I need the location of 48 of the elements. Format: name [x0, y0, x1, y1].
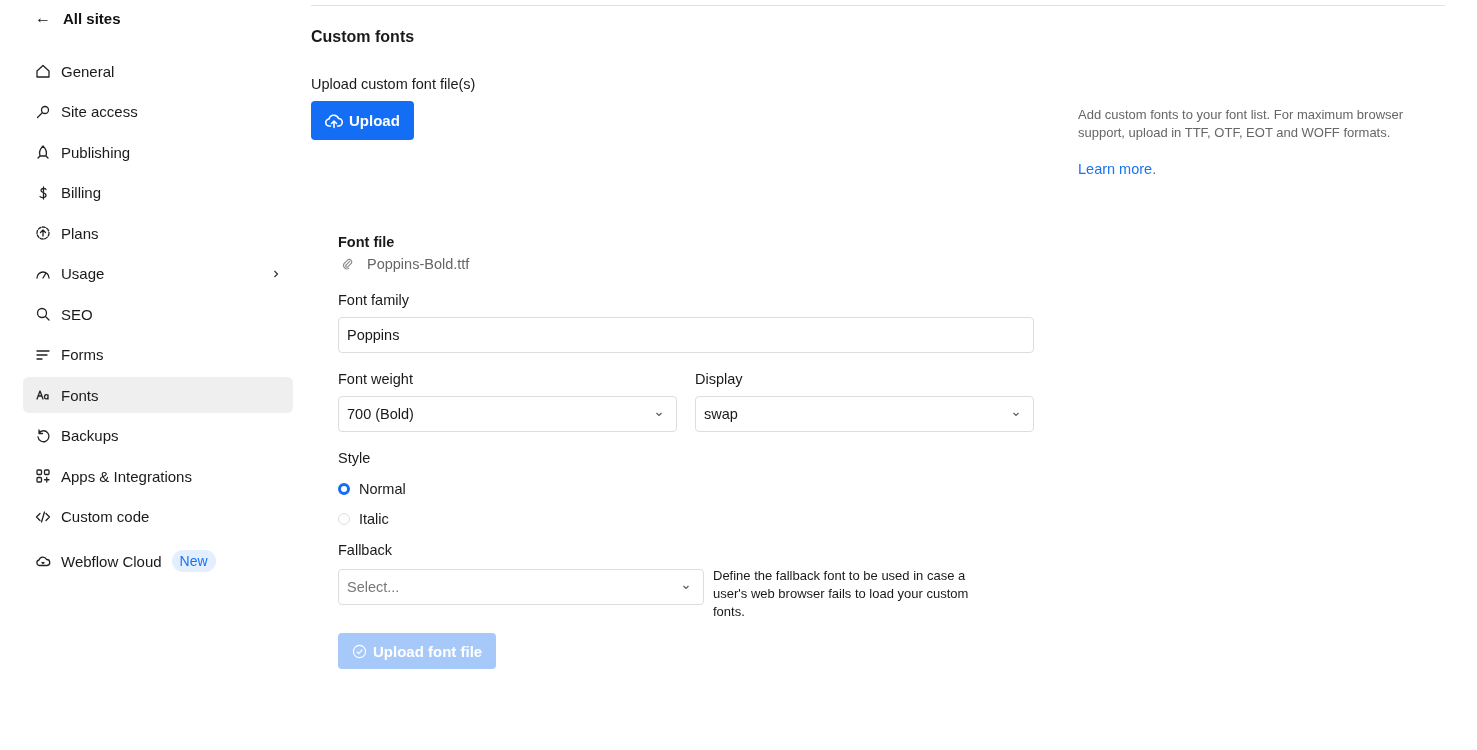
- sidebar-item[interactable]: Custom code: [23, 498, 293, 535]
- field-label: Font weight: [338, 371, 414, 387]
- display-dropdown[interactable]: swap: [695, 396, 1034, 432]
- sidebar-item[interactable]: Webflow Cloud New: [23, 543, 293, 579]
- check-circle-icon: [352, 643, 367, 659]
- font-weight-dropdown[interactable]: 700 (Bold): [338, 396, 677, 432]
- radio-label: Normal: [359, 481, 406, 497]
- sidebar-item[interactable]: SEO: [23, 296, 293, 332]
- code-icon: [35, 508, 51, 525]
- home-icon: [35, 63, 51, 79]
- file-name: Poppins-Bold.ttf: [367, 256, 470, 272]
- back-link[interactable]: ← All sites: [23, 3, 293, 33]
- sidebar-item[interactable]: Plans: [23, 215, 293, 251]
- search-icon: [35, 306, 51, 322]
- fallback-dropdown[interactable]: Select...: [338, 569, 704, 605]
- sidebar-item[interactable]: Backups: [23, 417, 293, 454]
- help-text: Add custom fonts to your font list. For maximum browser support, upload in TTF, OTF, EOT and WOFF formats.: [1078, 106, 1405, 142]
- field-label: Font family: [338, 292, 409, 308]
- paperclip-icon: [341, 257, 355, 271]
- period-text: .: [1152, 161, 1157, 177]
- sidebar-item[interactable]: Billing: [23, 174, 293, 211]
- field-label: Display: [695, 371, 744, 387]
- upload-button[interactable]: Upload: [311, 101, 414, 140]
- sidebar-item[interactable]: Apps & Integrations: [23, 458, 293, 494]
- radio-button[interactable]: [338, 483, 350, 495]
- sidebar-item[interactable]: Fonts: [23, 377, 293, 413]
- sidebar-item[interactable]: General: [23, 53, 293, 89]
- sidebar-item[interactable]: Usage: [23, 255, 293, 292]
- font-family-field[interactable]: Poppins: [338, 317, 1034, 353]
- sidebar-item[interactable]: Forms: [23, 336, 293, 373]
- section-title: Custom fonts: [311, 28, 416, 46]
- fallback-hint: Define the fallback font to be used in case a user's web browser fails to load your custom fonts.: [713, 567, 970, 621]
- upload-circle-icon: [35, 225, 51, 241]
- rocket-icon: [35, 144, 51, 160]
- cloud-icon: [35, 553, 51, 569]
- upload-label: Upload custom font file(s): [311, 76, 476, 92]
- field-label: Fallback: [338, 542, 392, 558]
- undo-icon: [35, 427, 51, 444]
- key-icon: [35, 103, 51, 120]
- field-label: Style: [338, 450, 371, 466]
- new-badge: New: [171, 550, 216, 572]
- cloud-upload-icon: [325, 112, 343, 129]
- learn-more-link[interactable]: Learn more: [1078, 161, 1153, 177]
- sidebar-item[interactable]: Publishing: [23, 134, 293, 170]
- sidebar-item[interactable]: Site access: [23, 93, 293, 130]
- grid-plus-icon: [35, 468, 51, 484]
- radio-label: Italic: [359, 511, 389, 527]
- field-label: Font file: [338, 234, 395, 250]
